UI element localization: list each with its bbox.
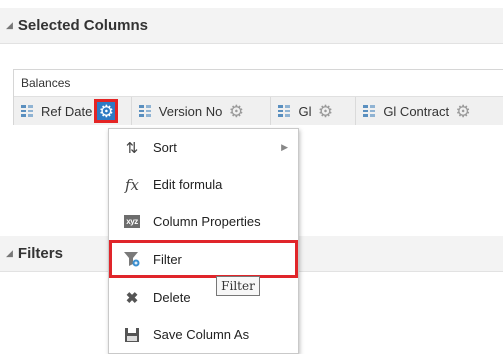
menu-item-label: Save Column As — [153, 327, 250, 342]
column-ref-date[interactable]: Ref Date ⚙ — [14, 97, 132, 125]
column-icon — [21, 105, 33, 117]
menu-item-filter[interactable]: Filter — [109, 240, 298, 278]
column-icon — [278, 105, 291, 117]
balances-title: Balances — [14, 70, 503, 97]
menu-item-delete[interactable]: ✖ Delete — [109, 279, 298, 316]
filters-title: Filters — [17, 245, 63, 262]
column-version-no[interactable]: Version No ⚙ — [132, 97, 272, 125]
column-label: Gl — [298, 103, 312, 119]
filter-tooltip: Filter — [216, 276, 260, 296]
gear-icon[interactable]: ⚙ — [94, 99, 119, 123]
delete-icon: ✖ — [125, 289, 139, 307]
menu-item-sort[interactable]: ⇅ Sort ▶ — [109, 129, 298, 166]
collapse-triangle-icon[interactable]: ◢ — [6, 20, 13, 31]
menu-item-label: Filter — [153, 251, 182, 267]
balances-panel: Balances Ref Date ⚙ Version No ⚙ Gl ⚙ Gl… — [13, 69, 503, 125]
menu-item-label: Column Properties — [153, 214, 261, 229]
xyz-icon: xyz — [124, 215, 140, 228]
column-label: Version No — [158, 103, 223, 119]
submenu-arrow-icon: ▶ — [281, 142, 288, 152]
menu-item-save-column-as[interactable]: Save Column As — [109, 316, 298, 353]
menu-item-edit-formula[interactable]: fx Edit formula — [109, 166, 298, 203]
column-label: Ref Date — [41, 103, 93, 119]
column-icon — [138, 105, 151, 117]
gear-icon[interactable]: ⚙ — [226, 101, 246, 121]
filter-icon — [121, 251, 143, 267]
menu-item-column-properties[interactable]: xyz Column Properties — [109, 203, 298, 240]
column-gl[interactable]: Gl ⚙ — [271, 97, 357, 125]
save-icon — [121, 327, 143, 343]
column-icon — [363, 105, 376, 117]
column-row: Ref Date ⚙ Version No ⚙ Gl ⚙ Gl Contract… — [14, 97, 503, 125]
collapse-triangle-icon[interactable]: ◢ — [6, 248, 13, 259]
menu-item-label: Sort — [153, 140, 177, 155]
selected-columns-title: Selected Columns — [17, 17, 148, 34]
column-label: Gl Contract — [383, 103, 450, 119]
column-context-menu: ⇅ Sort ▶ fx Edit formula xyz Column Prop… — [108, 128, 299, 354]
column-gl-contract[interactable]: Gl Contract ⚙ — [356, 97, 503, 125]
gear-icon[interactable]: ⚙ — [453, 101, 473, 121]
menu-item-label: Edit formula — [153, 177, 223, 192]
sort-icon: ⇅ — [125, 139, 139, 157]
fx-icon: fx — [124, 175, 139, 194]
selected-columns-header[interactable]: ◢ Selected Columns — [0, 8, 503, 44]
gear-icon[interactable]: ⚙ — [315, 101, 335, 121]
menu-item-label: Delete — [153, 290, 191, 305]
